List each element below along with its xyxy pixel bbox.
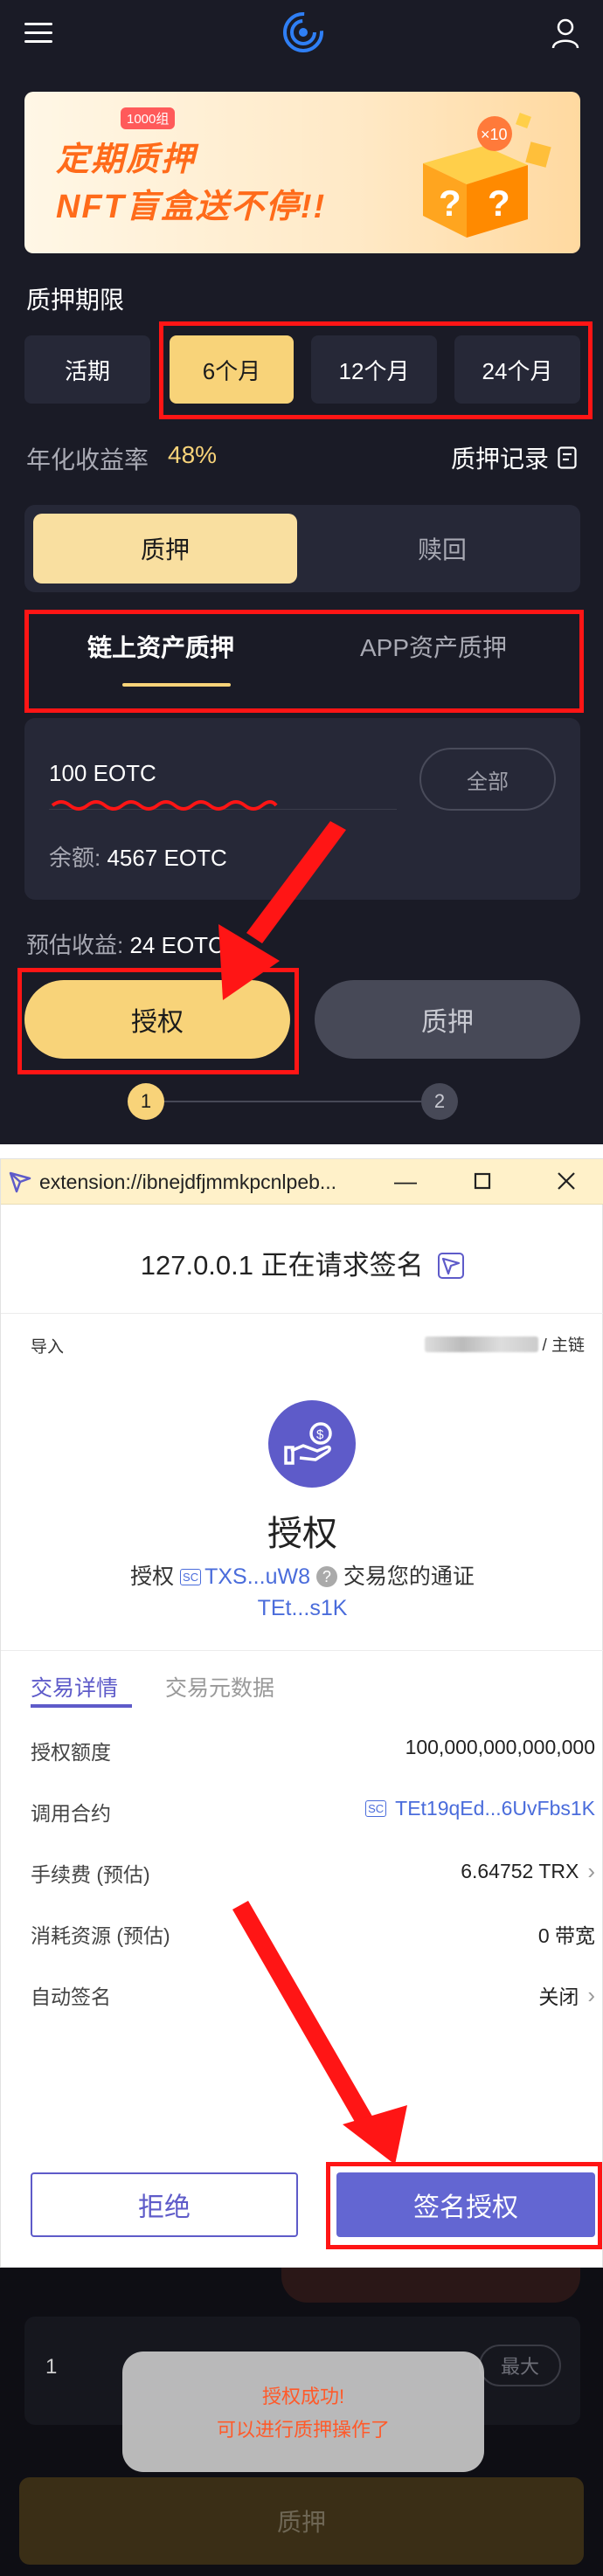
est-label: 预估收益: (26, 932, 124, 958)
window-title: extension://ibnejdfjmmkpcnlpeb... (39, 1171, 337, 1193)
red-squiggle-annotation (51, 800, 278, 811)
fee-value: 6.64752 TRX (461, 1860, 579, 1882)
desc-prefix: 授权 (130, 1564, 175, 1589)
network-info: / 主链 (425, 1332, 585, 1356)
mode-tabs: 质押 赎回 (24, 505, 580, 592)
authorize-hand-icon: $ (268, 1400, 356, 1488)
resources-value: 0 带宽 (537, 1924, 595, 1947)
maximize-icon[interactable] (468, 1166, 497, 1196)
step-2-indicator: 2 (421, 1083, 458, 1120)
brand-logo-icon (283, 12, 323, 52)
svg-text:?: ? (488, 183, 510, 224)
step-connector (164, 1101, 421, 1102)
spender-address[interactable]: TXS...uW8 (204, 1564, 310, 1589)
dimmed-amount: 1 (45, 2355, 58, 2379)
row-label-contract: 调用合约 (31, 1802, 111, 1825)
token-address[interactable]: TEt...s1K (1, 1596, 603, 1621)
tronlink-icon (438, 1253, 465, 1279)
allowance-value: 100,000,000,000,000 (405, 1736, 595, 1758)
tab-redeem[interactable]: 赎回 (313, 514, 572, 584)
dimmed-background-screen: 1 最大 质押 授权成功! 可以进行质押操作了 (0, 2268, 603, 2576)
action-description: 授权 SC TXS...uW8 ? 交易您的通证 (1, 1559, 603, 1591)
wallet-extension-popup: extension://ibnejdfjmmkpcnlpeb... — 127.… (0, 1158, 603, 2268)
est-value: 24 EOTC (129, 932, 225, 958)
divider (1, 1313, 603, 1314)
toast-line-1: 授权成功! (261, 2386, 345, 2407)
banner-subline: NFT盲盒送不停!! (56, 189, 327, 225)
row-value-resources: 0 带宽 (538, 1919, 595, 1949)
toast-line-2: 可以进行质押操作了 (216, 2419, 390, 2441)
chevron-right-icon: › (587, 1858, 595, 1884)
max-button[interactable]: 全部 (419, 748, 556, 811)
apy-label: 年化收益率 (26, 446, 149, 473)
stake-record-label: 质押记录 (450, 445, 549, 473)
row-value-auto-sign[interactable]: 关闭 › (538, 1980, 595, 2010)
balance-value: 4567 EOTC (107, 845, 227, 871)
contract-address[interactable]: TEt19qEd...6UvFbs1K (395, 1797, 595, 1820)
window-titlebar: extension://ibnejdfjmmkpcnlpeb... — (1, 1159, 603, 1205)
auto-sign-value: 关闭 (538, 1986, 579, 2008)
estimated-earnings: 预估收益: 24 EOTC (26, 928, 225, 960)
highlight-sign-box (326, 2162, 602, 2249)
tab-transaction-details[interactable]: 交易详情 (31, 1671, 118, 1702)
amount-input[interactable]: 100 EOTC (49, 760, 156, 787)
top-bar (0, 0, 603, 66)
svg-text:$: $ (316, 1427, 324, 1442)
promo-banner[interactable]: 1000组 定期质押 NFT盲盒送不停!! ? ? ×10 (24, 92, 580, 253)
banner-tag: 1000组 (121, 107, 176, 129)
contract-badge: SC (180, 1569, 202, 1585)
mystery-box-icon: ? ? ×10 (423, 113, 551, 238)
extension-icon (9, 1171, 31, 1193)
import-label: 导入 (31, 1338, 65, 1357)
document-icon (558, 446, 577, 469)
row-value-fee[interactable]: 6.64752 TRX › (461, 1858, 595, 1885)
period-option-flexible[interactable]: 活期 (24, 335, 150, 404)
request-title-text: 127.0.0.1 正在请求签名 (140, 1250, 424, 1281)
svg-text:?: ? (439, 183, 461, 224)
balance-label: 余额: (49, 845, 101, 871)
row-label-fee: 手续费 (预估) (31, 1863, 150, 1886)
dimmed-stake-button: 质押 (19, 2477, 584, 2565)
success-toast: 授权成功! 可以进行质押操作了 (122, 2352, 484, 2472)
action-title: 授权 (267, 1515, 337, 1553)
request-title: 127.0.0.1 正在请求签名 (1, 1243, 603, 1282)
blurred-account (425, 1336, 539, 1352)
balance-text: 余额: 4567 EOTC (49, 840, 227, 873)
minimize-icon[interactable]: — (391, 1166, 420, 1196)
contract-badge: SC (365, 1800, 387, 1817)
highlight-period-box (159, 321, 593, 419)
step-1-indicator: 1 (128, 1083, 164, 1120)
user-icon[interactable] (551, 17, 580, 49)
apy-value: 48% (168, 441, 218, 468)
desc-suffix: 交易您的通证 (343, 1564, 475, 1589)
row-value-allowance: 100,000,000,000,000 (405, 1736, 595, 1759)
row-value-contract[interactable]: SC TEt19qEd...6UvFbs1K (365, 1797, 595, 1820)
row-label-resources: 消耗资源 (预估) (31, 1924, 170, 1947)
svg-text:×10: ×10 (481, 126, 508, 143)
tab-transaction-metadata[interactable]: 交易元数据 (165, 1671, 274, 1702)
dimmed-max-button: 最大 (479, 2345, 561, 2386)
amount-panel: 100 EOTC 全部 余额: 4567 EOTC (24, 718, 580, 900)
chevron-right-icon: › (587, 1981, 595, 2008)
highlight-asset-tabs-box (24, 610, 584, 713)
banner-headline: 定期质押 (56, 142, 197, 178)
help-icon[interactable]: ? (315, 1566, 337, 1587)
stake-button[interactable]: 质押 (315, 980, 580, 1059)
stake-app-screen: 1000组 定期质押 NFT盲盒送不停!! ? ? ×10 质押期限 活期 6个… (0, 0, 603, 1144)
divider (1, 1650, 603, 1651)
stake-record-link[interactable]: 质押记录 (451, 440, 577, 475)
highlight-authorize-box (17, 968, 299, 1074)
reject-button[interactable]: 拒绝 (31, 2172, 298, 2237)
row-label-auto-sign: 自动签名 (31, 1986, 111, 2008)
active-tab-underline (31, 1704, 132, 1708)
close-icon[interactable] (551, 1166, 581, 1196)
menu-icon[interactable] (24, 23, 52, 44)
row-label-allowance: 授权额度 (31, 1741, 111, 1764)
network-suffix: / 主链 (542, 1336, 585, 1355)
tab-stake[interactable]: 质押 (33, 514, 297, 584)
dimmed-button-edge (281, 2268, 580, 2303)
period-title: 质押期限 (26, 287, 125, 314)
